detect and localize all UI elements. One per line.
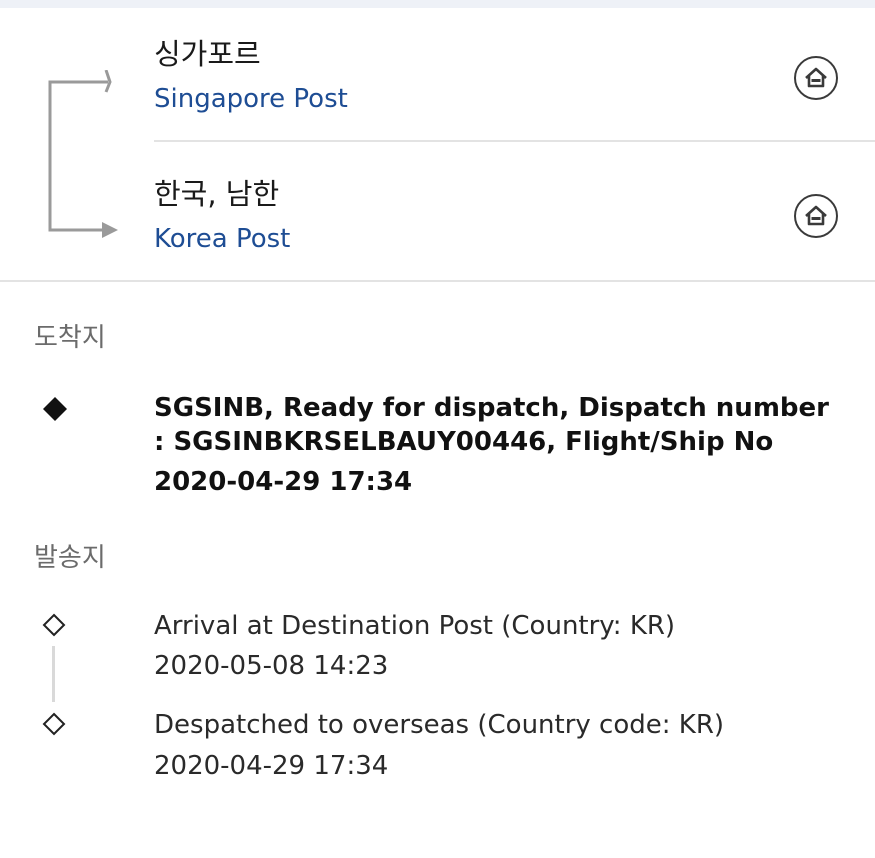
hollow-diamond-icon xyxy=(42,613,66,637)
origin-home-button[interactable] xyxy=(794,56,838,100)
home-icon xyxy=(805,67,827,88)
origin-section-label: 발송지 xyxy=(34,543,106,573)
destination-carrier-link[interactable]: Korea Post xyxy=(154,222,875,256)
event-description: Arrival at Destination Post (Country: KR… xyxy=(154,611,676,641)
event-description: Despatched to overseas (Country code: KR… xyxy=(154,710,725,740)
top-strip xyxy=(0,0,875,8)
origin-carrier: 싱가포르 Singapore Post xyxy=(154,36,875,142)
route-arrow-icon xyxy=(48,70,118,238)
route-card: 싱가포르 Singapore Post 한국, 남한 Korea Post xyxy=(0,8,875,282)
destination-carrier: 한국, 남한 Korea Post xyxy=(154,176,875,276)
destination-home-button[interactable] xyxy=(794,194,838,238)
event-timestamp: 2020-04-29 17:34 xyxy=(154,751,389,781)
filled-diamond-icon xyxy=(43,397,67,421)
destination-section-label: 도착지 xyxy=(34,323,106,353)
event-description: SGSINB, Ready for dispatch, Dispatch num… xyxy=(154,393,829,457)
origin-country: 싱가포르 xyxy=(154,37,261,71)
event-timestamp: 2020-04-29 17:34 xyxy=(154,467,413,497)
event-timestamp: 2020-05-08 14:23 xyxy=(154,651,389,681)
destination-country: 한국, 남한 xyxy=(154,177,280,211)
origin-carrier-link[interactable]: Singapore Post xyxy=(154,82,875,116)
hollow-diamond-icon xyxy=(42,712,66,736)
home-icon xyxy=(805,205,827,226)
timeline-connector xyxy=(52,646,55,702)
